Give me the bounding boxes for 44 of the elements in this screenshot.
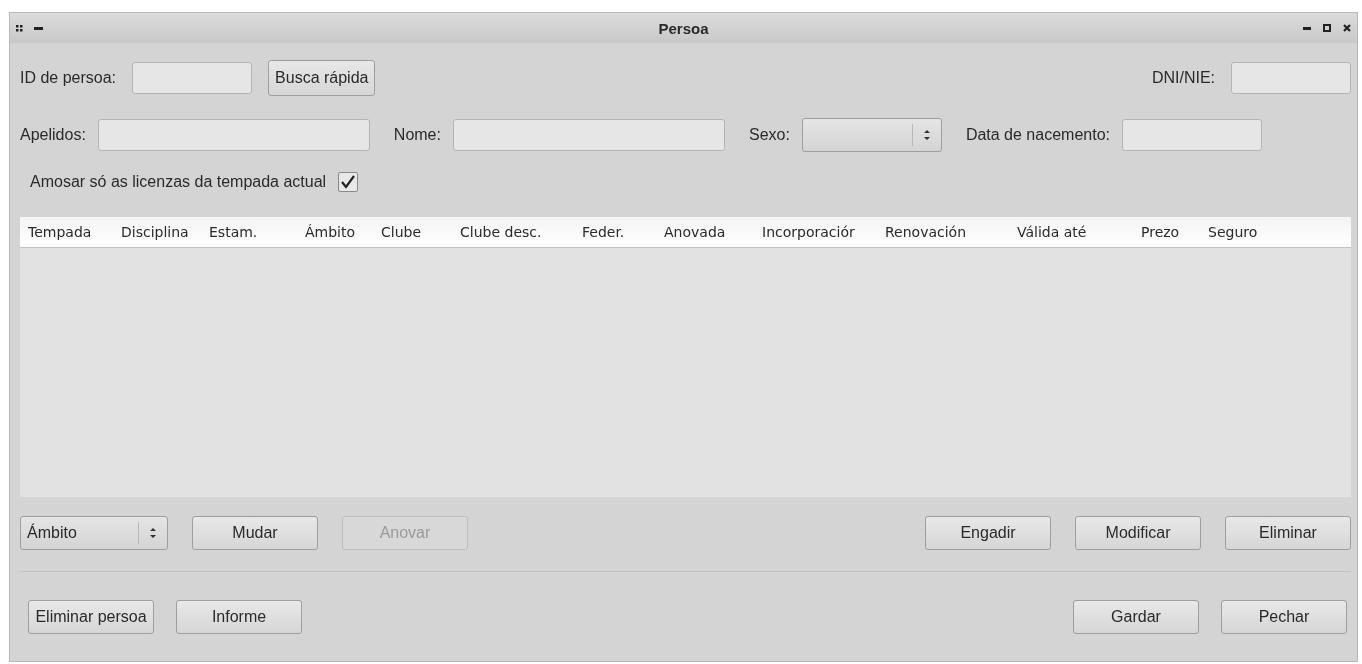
input-field[interactable]	[132, 62, 253, 94]
minimize-icon[interactable]	[1303, 26, 1311, 30]
spinner-arrows-icon	[922, 129, 931, 141]
column-header[interactable]: Disciplina	[113, 224, 201, 240]
footer-button[interactable]: Informe	[176, 600, 302, 634]
column-header[interactable]: Clube	[373, 224, 452, 240]
input-field[interactable]	[1231, 62, 1351, 94]
checkbox-label: Amosar só as licenzas da tempada actual	[30, 173, 327, 191]
action-button[interactable]: Modificar	[1075, 516, 1201, 550]
input-field[interactable]	[97, 119, 370, 151]
column-header[interactable]: Estam.	[201, 224, 297, 240]
field-label: Apelidos:	[20, 126, 86, 144]
spinner-arrows-icon	[149, 527, 157, 539]
column-header[interactable]: Incorporaciór	[754, 224, 877, 240]
footer-button[interactable]: Gardar	[1073, 600, 1199, 634]
maximize-icon[interactable]	[1323, 24, 1331, 32]
shade-icon[interactable]	[34, 26, 43, 30]
column-header[interactable]: Feder.	[574, 224, 656, 240]
scope-select[interactable]: Ámbito	[20, 516, 168, 550]
action-button[interactable]: Mudar	[192, 516, 318, 550]
column-header[interactable]: Seguro	[1200, 224, 1280, 240]
column-header[interactable]: Prezo	[1133, 224, 1200, 240]
column-header[interactable]: Ámbito	[297, 224, 373, 240]
field-label: ID de persoa:	[20, 69, 117, 87]
column-header[interactable]: Anovada	[656, 224, 754, 240]
close-icon[interactable]	[1343, 24, 1351, 32]
field-label: Nome:	[393, 126, 441, 144]
column-header[interactable]: Tempada	[20, 224, 113, 240]
footer-button[interactable]: Eliminar persoa	[28, 600, 154, 634]
field-label: Sexo:	[748, 126, 790, 144]
menu-icon[interactable]	[16, 24, 24, 32]
window-title: Persoa	[658, 19, 709, 37]
field-label: Data de nacemento:	[965, 126, 1110, 144]
input-field[interactable]	[1121, 119, 1262, 151]
column-header[interactable]: Válida até	[1009, 224, 1133, 240]
action-button[interactable]: Eliminar	[1225, 516, 1351, 550]
field-label: DNI/NIE:	[1151, 69, 1215, 87]
footer-button[interactable]: Pechar	[1221, 600, 1347, 634]
input-field[interactable]	[452, 119, 725, 151]
checkbox[interactable]	[338, 172, 359, 192]
action-button[interactable]: Engadir	[925, 516, 1051, 550]
quick-search-button[interactable]: Busca rápida	[268, 60, 376, 96]
column-header[interactable]: Renovación	[877, 224, 1009, 240]
column-header[interactable]: Clube desc.	[452, 224, 574, 240]
